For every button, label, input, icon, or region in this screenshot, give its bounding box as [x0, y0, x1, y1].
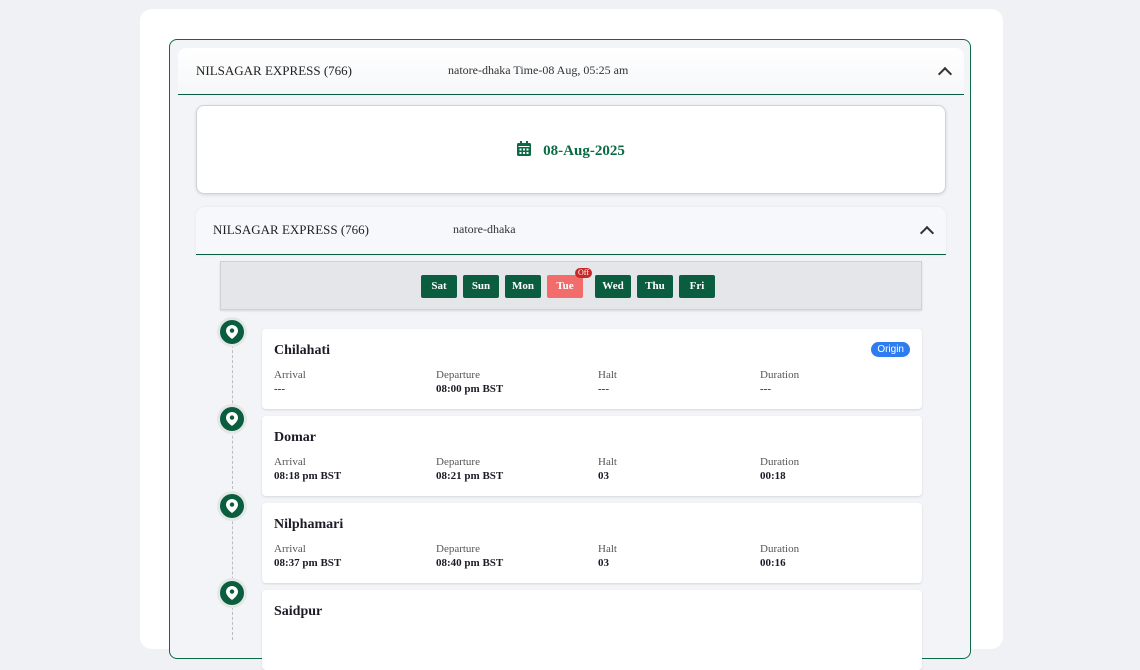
station-name: Saidpur	[274, 604, 323, 619]
departure-value: 08:00 pm BST	[436, 383, 504, 395]
halt-label: Halt	[598, 369, 617, 381]
station-name: Nilphamari	[274, 517, 344, 532]
date-card: 08-Aug-2025	[196, 105, 946, 194]
station-card: Domar Arrival 08:18 pm BST Departure 08:21…	[262, 416, 922, 496]
off-day-badge: Off	[575, 268, 592, 278]
halt-label: Halt	[598, 456, 617, 468]
station-name: Domar	[274, 430, 316, 445]
departure-label: Departure	[436, 369, 480, 381]
train-name: NILSAGAR EXPRESS (766)	[213, 222, 370, 237]
location-pin-icon	[220, 581, 244, 605]
running-days-bar: Sat Sun Mon Tue Off Wed Thu Fri	[220, 261, 922, 310]
train-name: NILSAGAR EXPRESS (766)	[196, 63, 353, 78]
halt-value: 03	[598, 557, 609, 569]
arrival-label: Arrival	[274, 369, 306, 381]
arrival-value: 08:18 pm BST	[274, 470, 342, 482]
day-thu: Thu	[637, 275, 673, 298]
duration-value: 00:18	[760, 470, 786, 482]
duration-value: 00:16	[760, 557, 786, 569]
location-pin-icon	[220, 320, 244, 344]
location-pin-icon	[220, 494, 244, 518]
station-card: Saidpur	[262, 590, 922, 670]
duration-value: ---	[760, 383, 771, 395]
day-sat: Sat	[421, 275, 457, 298]
departure-label: Departure	[436, 543, 480, 555]
route: natore-dhaka	[453, 222, 516, 236]
duration-label: Duration	[760, 369, 800, 381]
route-time: natore-dhaka Time-08 Aug, 05:25 am	[448, 63, 629, 77]
arrival-value: ---	[274, 383, 285, 395]
station-card: Chilahati Origin Arrival --- Departure 08:…	[262, 329, 922, 409]
departure-value: 08:21 pm BST	[436, 470, 504, 482]
departure-label: Departure	[436, 456, 480, 468]
station-card: Nilphamari Arrival 08:37 pm BST Departure…	[262, 503, 922, 583]
chevron-up-icon[interactable]	[937, 66, 953, 82]
location-pin-icon	[220, 407, 244, 431]
journey-date: 08-Aug-2025	[543, 142, 625, 159]
day-fri: Fri	[679, 275, 715, 298]
halt-value: ---	[598, 383, 609, 395]
station-name: Chilahati	[274, 343, 331, 358]
arrival-label: Arrival	[274, 543, 306, 555]
halt-label: Halt	[598, 543, 617, 555]
calendar-icon	[517, 141, 532, 161]
day-tue: Tue Off	[547, 268, 592, 298]
day-mon: Mon	[505, 275, 541, 298]
train-accordion-header[interactable]: NILSAGAR EXPRESS (766) natore-dhaka Time…	[178, 48, 964, 95]
chevron-up-icon[interactable]	[919, 225, 935, 241]
route-accordion-header[interactable]: NILSAGAR EXPRESS (766) natore-dhaka	[196, 207, 946, 255]
origin-badge: Origin	[871, 342, 910, 357]
duration-label: Duration	[760, 456, 800, 468]
day-label: Tue	[556, 280, 574, 292]
day-wed: Wed	[595, 275, 631, 298]
arrival-label: Arrival	[274, 456, 306, 468]
day-sun: Sun	[463, 275, 499, 298]
halt-value: 03	[598, 470, 609, 482]
arrival-value: 08:37 pm BST	[274, 557, 342, 569]
duration-label: Duration	[760, 543, 800, 555]
departure-value: 08:40 pm BST	[436, 557, 504, 569]
